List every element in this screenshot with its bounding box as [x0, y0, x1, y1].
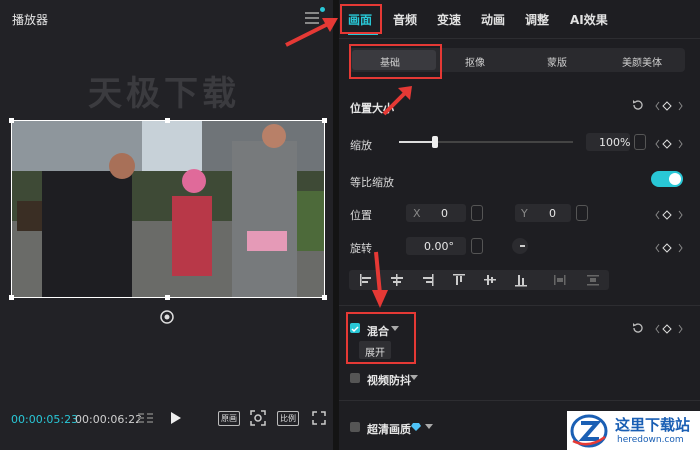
scale-label: 缩放	[350, 139, 372, 152]
tab-audio[interactable]: 音频	[393, 11, 417, 28]
keyframe-icon[interactable]	[655, 100, 687, 111]
keyframe-icon[interactable]	[655, 138, 687, 149]
divider	[339, 400, 700, 401]
annotation-arrow-1	[285, 18, 338, 47]
distribute-h-icon[interactable]	[550, 272, 570, 288]
chevron-down-icon[interactable]	[410, 375, 418, 380]
keyframe-icon[interactable]	[655, 242, 687, 253]
annotation-arrow-3	[372, 251, 388, 308]
diamond-icon	[411, 421, 421, 431]
resize-handle-br[interactable]	[322, 295, 327, 300]
rotate-value: 0.00°	[424, 240, 454, 253]
resize-handle-t[interactable]	[165, 118, 170, 123]
align-bottom-icon[interactable]	[511, 272, 531, 288]
uniform-scale-label: 等比缩放	[350, 176, 394, 189]
position-label: 位置	[350, 209, 372, 222]
super-res-checkbox[interactable]	[350, 422, 360, 432]
annotation-box-tab	[340, 4, 382, 34]
rotate-icon[interactable]	[160, 310, 174, 324]
rotate-dial[interactable]	[512, 238, 528, 254]
tab-animation[interactable]: 动画	[481, 11, 505, 28]
video-frame-image	[12, 121, 324, 297]
distribute-v-icon[interactable]	[583, 272, 603, 288]
waveform-icon[interactable]	[137, 410, 155, 426]
stabilize-label[interactable]: 视频防抖	[367, 372, 411, 388]
fullscreen-icon[interactable]	[312, 411, 326, 425]
watermark: 天极下载	[88, 74, 240, 114]
annotation-box-blend	[346, 312, 416, 364]
ratio-button[interactable]: 比例	[277, 411, 299, 426]
stabilize-checkbox[interactable]	[350, 373, 360, 383]
original-quality-button[interactable]: 原画	[218, 411, 240, 426]
tab-adjust[interactable]: 调整	[525, 11, 549, 28]
annotation-box-subtab	[349, 44, 442, 79]
align-top-icon[interactable]	[449, 272, 469, 288]
video-preview[interactable]	[11, 120, 325, 298]
uniform-scale-toggle[interactable]	[651, 171, 683, 187]
position-x-label: X	[413, 207, 421, 220]
tab-ai-effects[interactable]: AI效果	[570, 11, 608, 28]
divider	[339, 305, 700, 306]
scale-stepper[interactable]	[634, 134, 646, 150]
align-right-icon[interactable]	[418, 272, 438, 288]
position-y-value: 0	[549, 207, 556, 220]
keyframe-icon[interactable]	[655, 323, 687, 334]
super-res-label[interactable]: 超清画质	[367, 421, 411, 437]
play-button[interactable]	[170, 411, 182, 425]
player-title: 播放器	[12, 13, 49, 27]
position-y-label: Y	[521, 207, 528, 220]
align-center-v-icon[interactable]	[480, 272, 500, 288]
keyframe-icon[interactable]	[655, 209, 687, 220]
site-logo: 这里下载站 heredown.com	[567, 411, 700, 450]
subtab-mask[interactable]: 蒙版	[547, 54, 567, 69]
scale-slider-fill	[399, 141, 435, 143]
rotate-stepper[interactable]	[471, 238, 483, 254]
subtab-cutout[interactable]: 抠像	[465, 54, 485, 69]
scale-value: 100%	[599, 136, 631, 149]
position-x-value: 0	[441, 207, 448, 220]
logo-subtext: heredown.com	[617, 435, 684, 445]
resize-handle-bl[interactable]	[9, 295, 14, 300]
tab-speed[interactable]: 变速	[437, 11, 461, 28]
z-logo-icon	[570, 414, 608, 448]
position-y-stepper[interactable]	[576, 205, 588, 221]
logo-text: 这里下载站	[615, 416, 691, 434]
reset-icon[interactable]	[632, 99, 644, 111]
resize-handle-b[interactable]	[165, 295, 170, 300]
resize-handle-tl[interactable]	[9, 118, 14, 123]
scale-slider-thumb[interactable]	[432, 136, 438, 148]
total-time: 00:00:06:22	[75, 413, 143, 426]
current-time: 00:00:05:23	[11, 413, 79, 426]
annotation-arrow-2	[382, 86, 412, 116]
subtab-beauty[interactable]: 美颜美体	[622, 54, 662, 69]
reset-icon[interactable]	[632, 322, 644, 334]
scope-icon[interactable]	[250, 410, 266, 426]
resize-handle-tr[interactable]	[322, 118, 327, 123]
chevron-down-icon[interactable]	[425, 424, 433, 429]
position-x-stepper[interactable]	[471, 205, 483, 221]
